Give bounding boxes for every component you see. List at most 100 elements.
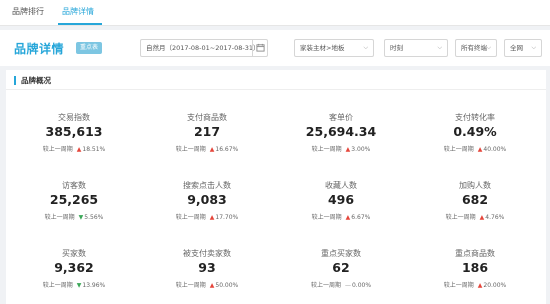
metric-card: 收藏人数 496 较上一周期 ▲6.67% xyxy=(276,180,406,246)
category-select[interactable]: 家装主材>地板 ⌵ xyxy=(294,39,374,57)
page-header: 品牌详情 重点表 自然月（2017-08-01~2017-08-31） 家装主材… xyxy=(0,30,550,66)
terminal-value: 所有终端 xyxy=(461,44,487,52)
compare-label: 较上一周期 xyxy=(443,146,474,153)
metric-name: 访客数 xyxy=(62,181,86,190)
metric-card: 客单价 25,694.34 较上一周期 ▲3.00% xyxy=(276,112,406,178)
metric-name: 收藏人数 xyxy=(325,181,357,190)
metric-name: 重点买家数 xyxy=(321,249,361,258)
metric-comparison: 较上一周期 ▲20.00% xyxy=(410,280,540,289)
metric-card: 交易指数 385,613 较上一周期 ▲18.51% xyxy=(9,112,139,178)
compare-label: 较上一周期 xyxy=(42,282,73,289)
metric-value: 496 xyxy=(327,192,355,207)
metric-card: 重点商品数 186 较上一周期 ▲20.00% xyxy=(410,248,540,304)
trend-down-icon: ▼ xyxy=(78,214,84,221)
metric-name: 支付转化率 xyxy=(455,113,495,122)
metric-name: 交易指数 xyxy=(58,113,90,122)
trend-up-icon: ▲ xyxy=(76,146,82,153)
network-value: 全网 xyxy=(510,44,523,52)
date-range-picker[interactable]: 自然月（2017-08-01~2017-08-31） xyxy=(140,39,268,57)
metric-value: 25,694.34 xyxy=(305,124,377,139)
metric-comparison: 较上一周期 ▲16.67% xyxy=(142,144,272,153)
metric-comparison: 较上一周期 ▲40.00% xyxy=(410,144,540,153)
compare-label: 较上一周期 xyxy=(311,214,342,221)
trend-up-icon: ▲ xyxy=(477,146,483,153)
trend-up-icon: ▲ xyxy=(479,214,485,221)
trend-up-icon: ▲ xyxy=(209,146,215,153)
change-percent: 40.00% xyxy=(483,146,507,153)
section-title: 品牌概况 xyxy=(21,76,51,85)
metric-value: 682 xyxy=(461,192,489,207)
metric-name: 客单价 xyxy=(329,113,353,122)
chevron-down-icon: ⌵ xyxy=(437,44,442,51)
compare-label: 较上一周期 xyxy=(44,214,75,221)
metric-comparison: 较上一周期 ▲6.67% xyxy=(276,212,406,221)
change-percent: 6.67% xyxy=(351,214,371,221)
metric-card: 加购人数 682 较上一周期 ▲4.76% xyxy=(410,180,540,246)
metric-value: 385,613 xyxy=(45,124,103,139)
change-percent: 5.56% xyxy=(84,214,104,221)
top-nav: 品牌排行 品牌详情 xyxy=(0,0,550,26)
tab-brand-ranking[interactable]: 品牌排行 xyxy=(12,6,44,17)
tab-brand-detail[interactable]: 品牌详情 xyxy=(62,6,94,17)
compare-label: 较上一周期 xyxy=(445,214,476,221)
chevron-down-icon: ⌵ xyxy=(363,44,368,51)
metric-comparison: 较上一周期 ▲50.00% xyxy=(142,280,272,289)
metric-comparison: 较上一周期 ▲4.76% xyxy=(410,212,540,221)
metric-card: 被支付卖家数 93 较上一周期 ▲50.00% xyxy=(142,248,272,304)
metric-value: 9,362 xyxy=(54,260,94,275)
category-value: 家装主材>地板 xyxy=(300,44,345,52)
change-percent: 16.67% xyxy=(215,146,239,153)
chevron-down-icon: ⌵ xyxy=(531,44,536,51)
compare-label: 较上一周期 xyxy=(175,146,206,153)
trend-up-icon: ▲ xyxy=(477,282,483,289)
trend-up-icon: ▲ xyxy=(209,214,215,221)
calendar-icon xyxy=(256,43,265,52)
chevron-down-icon: ⌵ xyxy=(486,44,491,51)
change-percent: 4.76% xyxy=(485,214,505,221)
compare-label: 较上一周期 xyxy=(175,282,206,289)
calendar-button[interactable] xyxy=(252,40,267,56)
metric-name: 支付商品数 xyxy=(187,113,227,122)
metric-value: 217 xyxy=(193,124,221,139)
active-tab-indicator xyxy=(58,23,102,25)
title-badge: 重点表 xyxy=(76,42,103,54)
terminal-select[interactable]: 所有终端 ⌵ xyxy=(455,39,497,57)
metric-name: 搜索点击人数 xyxy=(183,181,231,190)
metric-name: 加购人数 xyxy=(459,181,491,190)
metric-comparison: 较上一周期 ▲17.70% xyxy=(142,212,272,221)
metric-card: 买家数 9,362 较上一周期 ▼13.96% xyxy=(9,248,139,304)
compare-label: 较上一周期 xyxy=(311,146,342,153)
section-accent-bar xyxy=(14,76,16,85)
metric-value: 9,083 xyxy=(187,192,227,207)
period-value: 时刻 xyxy=(390,44,403,52)
period-select[interactable]: 时刻 ⌵ xyxy=(384,39,448,57)
trend-up-icon: ▲ xyxy=(345,146,351,153)
page-title: 品牌详情 xyxy=(14,42,65,56)
change-percent: 20.00% xyxy=(483,282,507,289)
trend-up-icon: ▲ xyxy=(345,214,351,221)
network-select[interactable]: 全网 ⌵ xyxy=(504,39,542,57)
metric-card: 支付商品数 217 较上一周期 ▲16.67% xyxy=(142,112,272,178)
change-percent: 17.70% xyxy=(215,214,239,221)
metric-card: 重点买家数 62 较上一周期 —0.00% xyxy=(276,248,406,304)
metric-card: 支付转化率 0.49% 较上一周期 ▲40.00% xyxy=(410,112,540,178)
metric-card: 访客数 25,265 较上一周期 ▼5.56% xyxy=(9,180,139,246)
change-percent: 13.96% xyxy=(82,282,106,289)
metric-value: 25,265 xyxy=(49,192,99,207)
metric-value: 186 xyxy=(461,260,489,275)
date-range-value: 自然月（2017-08-01~2017-08-31） xyxy=(146,44,260,52)
change-percent: 3.00% xyxy=(351,146,371,153)
metric-value: 62 xyxy=(332,260,350,275)
compare-label: 较上一周期 xyxy=(443,282,474,289)
trend-up-icon: ▲ xyxy=(209,282,215,289)
metric-comparison: 较上一周期 ▲18.51% xyxy=(9,144,139,153)
change-percent: 50.00% xyxy=(215,282,239,289)
change-percent: 0.00% xyxy=(351,282,372,289)
section-header: 品牌概况 xyxy=(6,70,546,90)
brand-overview-panel: 品牌概况 交易指数 385,613 较上一周期 ▲18.51% 支付商品数 217 较上一周… xyxy=(6,70,546,304)
metric-comparison: 较上一周期 ▼5.56% xyxy=(9,212,139,221)
metric-value: 0.49% xyxy=(453,124,497,139)
metric-name: 买家数 xyxy=(62,249,86,258)
compare-label: 较上一周期 xyxy=(310,282,341,289)
metric-card: 搜索点击人数 9,083 较上一周期 ▲17.70% xyxy=(142,180,272,246)
